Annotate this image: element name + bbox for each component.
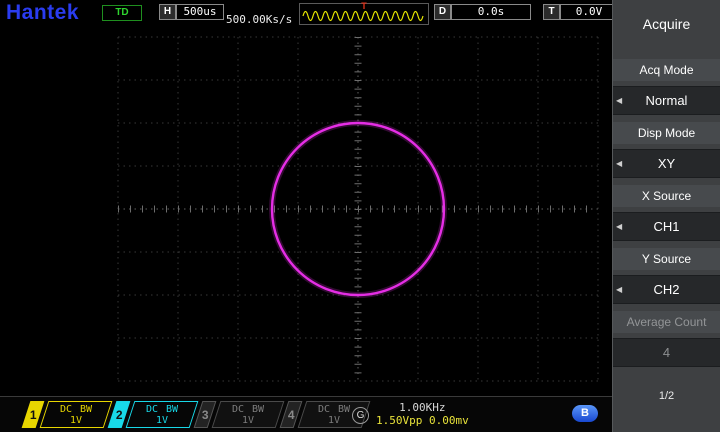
channel-4-bandwidth: BW — [338, 404, 350, 415]
channel-3-scale: 1V — [242, 415, 254, 426]
channel-3-coupling: DC — [232, 404, 244, 415]
channel-2-settings-box: DC BW 1V — [126, 401, 199, 428]
channel-1-settings-box: DC BW 1V — [40, 401, 113, 428]
trigger-level-readout: 0.0V — [560, 4, 618, 20]
delay-readout: 0.0s — [451, 4, 531, 20]
channel-status-bar: 1 DC BW 1V 2 DC BW 1V 3 — [0, 396, 612, 432]
disp-mode-label: Disp Mode — [613, 122, 720, 144]
menu-title: Acquire — [613, 16, 720, 32]
generator-amplitude: 1.50Vpp 0.00mv — [376, 414, 469, 427]
trigger-position-marker[interactable]: T — [361, 1, 367, 11]
brand-logo: Hantek — [6, 1, 79, 25]
y-source-button[interactable]: ◀ CH2 — [613, 275, 720, 304]
trigger-key-icon: T — [543, 4, 560, 20]
average-count-value: 4 — [663, 345, 670, 360]
y-source-value: CH2 — [653, 282, 679, 297]
channel-4-coupling: DC — [318, 404, 330, 415]
menu-group-disp-mode: Disp Mode ◀ XY — [613, 122, 720, 178]
chevron-left-icon: ◀ — [616, 222, 622, 231]
trigger-status-badge: TD — [102, 5, 142, 21]
chevron-left-icon: ◀ — [616, 159, 622, 168]
chevron-left-icon: ◀ — [616, 285, 622, 294]
x-source-value: CH1 — [653, 219, 679, 234]
disp-mode-button[interactable]: ◀ XY — [613, 149, 720, 178]
generator-frequency: 1.00KHz — [399, 401, 445, 414]
horizontal-key-icon: H — [159, 4, 176, 20]
channel-3-indicator[interactable]: 3 DC BW 1V — [198, 401, 280, 428]
usb-device-icon: B — [572, 405, 598, 422]
delay-key-icon: D — [434, 4, 451, 20]
generator-status: G 1.00KHz 1.50Vpp 0.00mv — [352, 401, 469, 427]
timebase-readout: 500us — [176, 4, 224, 20]
channel-1-indicator[interactable]: 1 DC BW 1V — [26, 401, 108, 428]
disp-mode-value: XY — [658, 156, 675, 171]
average-count-button: 4 — [613, 338, 720, 367]
waveform-position-bar[interactable]: T — [299, 3, 429, 25]
scope-display — [0, 28, 612, 396]
x-source-button[interactable]: ◀ CH1 — [613, 212, 720, 241]
acquire-menu-panel: Acquire Acq Mode ◀ Normal Disp Mode ◀ XY… — [612, 0, 720, 432]
channel-2-coupling: DC — [146, 404, 158, 415]
channel-1-scale: 1V — [70, 415, 82, 426]
channel-2-scale: 1V — [156, 415, 168, 426]
acq-mode-label: Acq Mode — [613, 59, 720, 81]
sample-rate-readout: 500.00Ks/s — [226, 13, 292, 26]
channel-1-coupling: DC — [60, 404, 72, 415]
menu-page-indicator: 1/2 — [613, 390, 720, 402]
channel-1-bandwidth: BW — [80, 404, 92, 415]
acq-mode-value: Normal — [646, 93, 688, 108]
top-status-bar: Hantek TD H 500us 500.00Ks/s T D 0.0s T … — [0, 0, 612, 28]
chevron-left-icon: ◀ — [616, 96, 622, 105]
menu-group-acq-mode: Acq Mode ◀ Normal — [613, 59, 720, 115]
acq-mode-button[interactable]: ◀ Normal — [613, 86, 720, 115]
y-source-label: Y Source — [613, 248, 720, 270]
menu-group-x-source: X Source ◀ CH1 — [613, 185, 720, 241]
channel-4-scale: 1V — [328, 415, 340, 426]
display-background — [0, 28, 612, 396]
channel-3-bandwidth: BW — [252, 404, 264, 415]
channel-2-bandwidth: BW — [166, 404, 178, 415]
menu-group-average-count: Average Count 4 — [613, 311, 720, 367]
x-source-label: X Source — [613, 185, 720, 207]
channel-2-indicator[interactable]: 2 DC BW 1V — [112, 401, 194, 428]
average-count-label: Average Count — [613, 311, 720, 333]
generator-icon: G — [352, 407, 369, 424]
channel-3-settings-box: DC BW 1V — [212, 401, 285, 428]
menu-group-y-source: Y Source ◀ CH2 — [613, 248, 720, 304]
